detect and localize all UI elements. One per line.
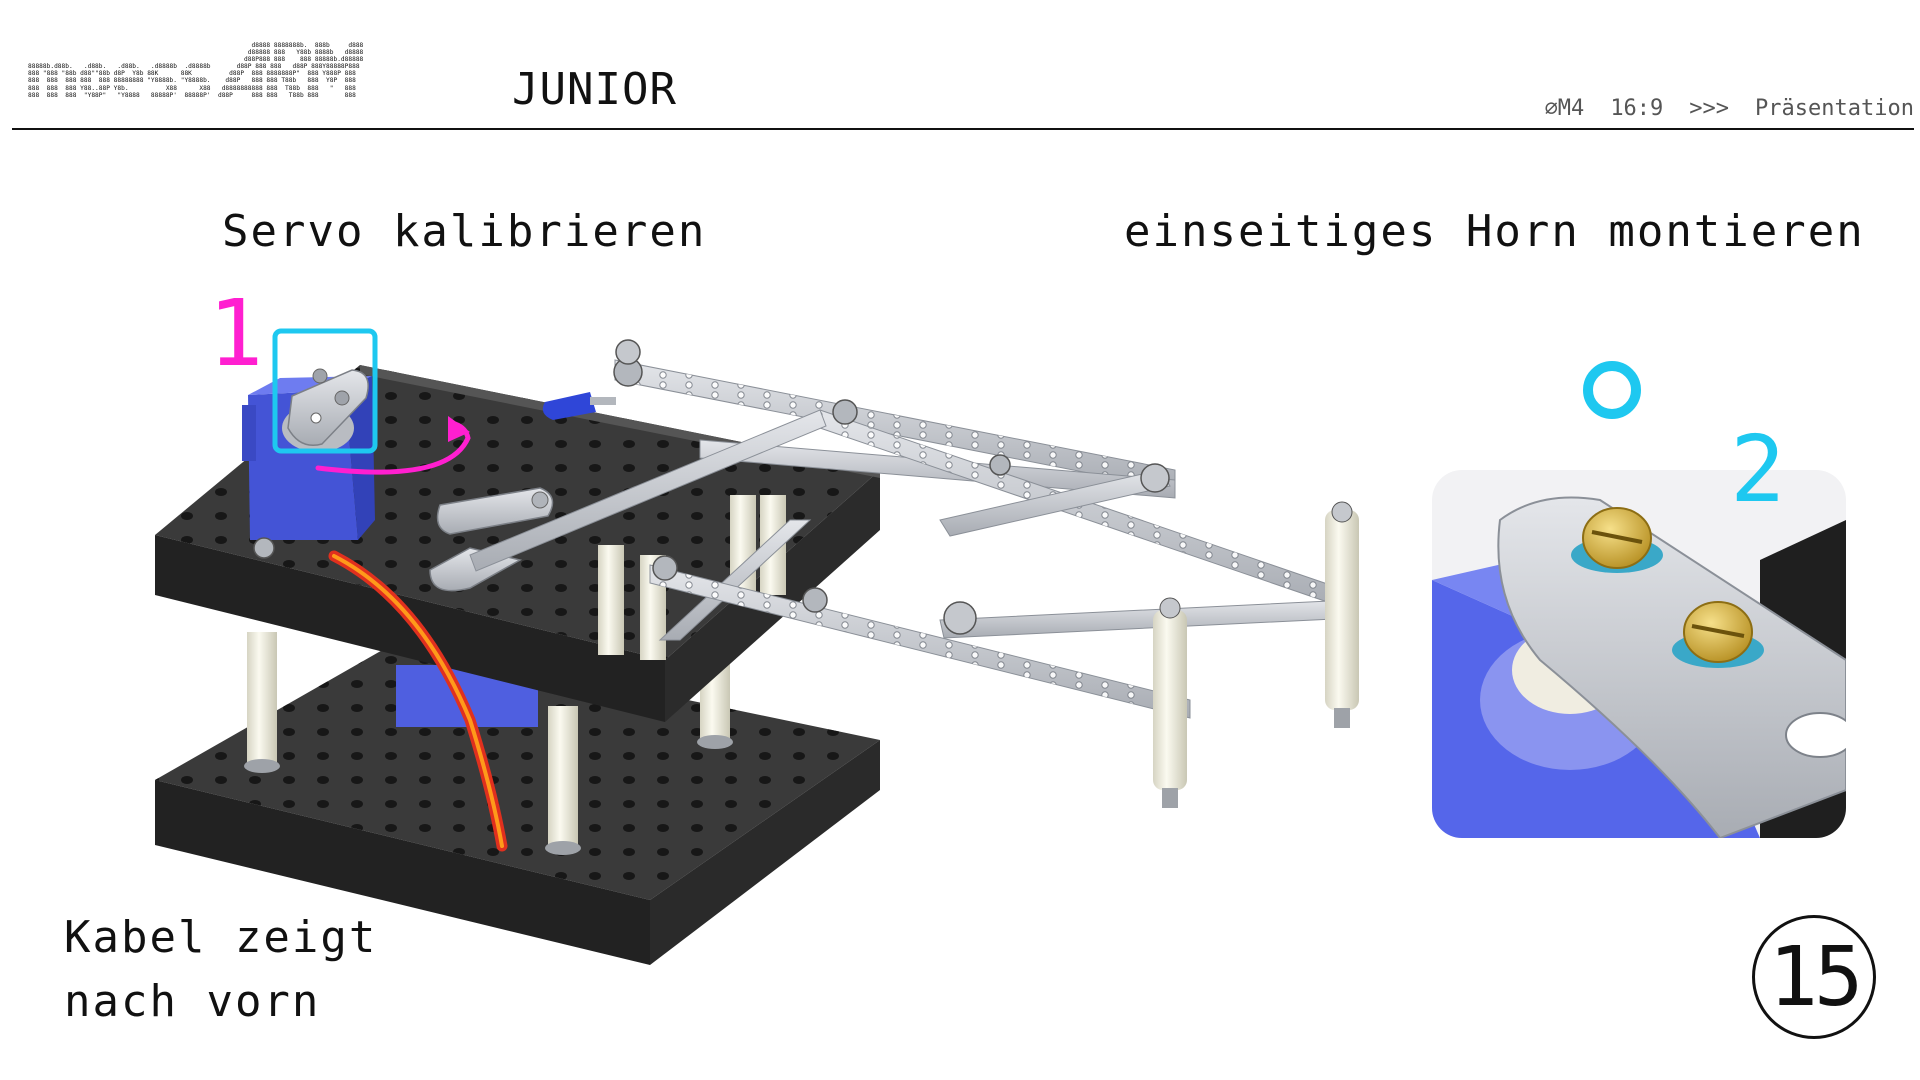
cable-note-line-2: nach vorn (64, 976, 321, 1027)
step-number-1: 1 (208, 280, 264, 387)
cable-note-line-1: Kabel zeigt (64, 912, 378, 963)
title-mount-horn: einseitiges Horn montieren (1124, 206, 1865, 257)
page-number: 15 (1752, 915, 1876, 1039)
cable-note: Kabel zeigt nach vorn (64, 906, 377, 1034)
step-number-2: 2 (1730, 416, 1786, 523)
zoom-detail (1432, 470, 1846, 838)
hole-marker-icon (1583, 361, 1641, 419)
title-calibrate-servo: Servo kalibrieren (222, 206, 707, 257)
